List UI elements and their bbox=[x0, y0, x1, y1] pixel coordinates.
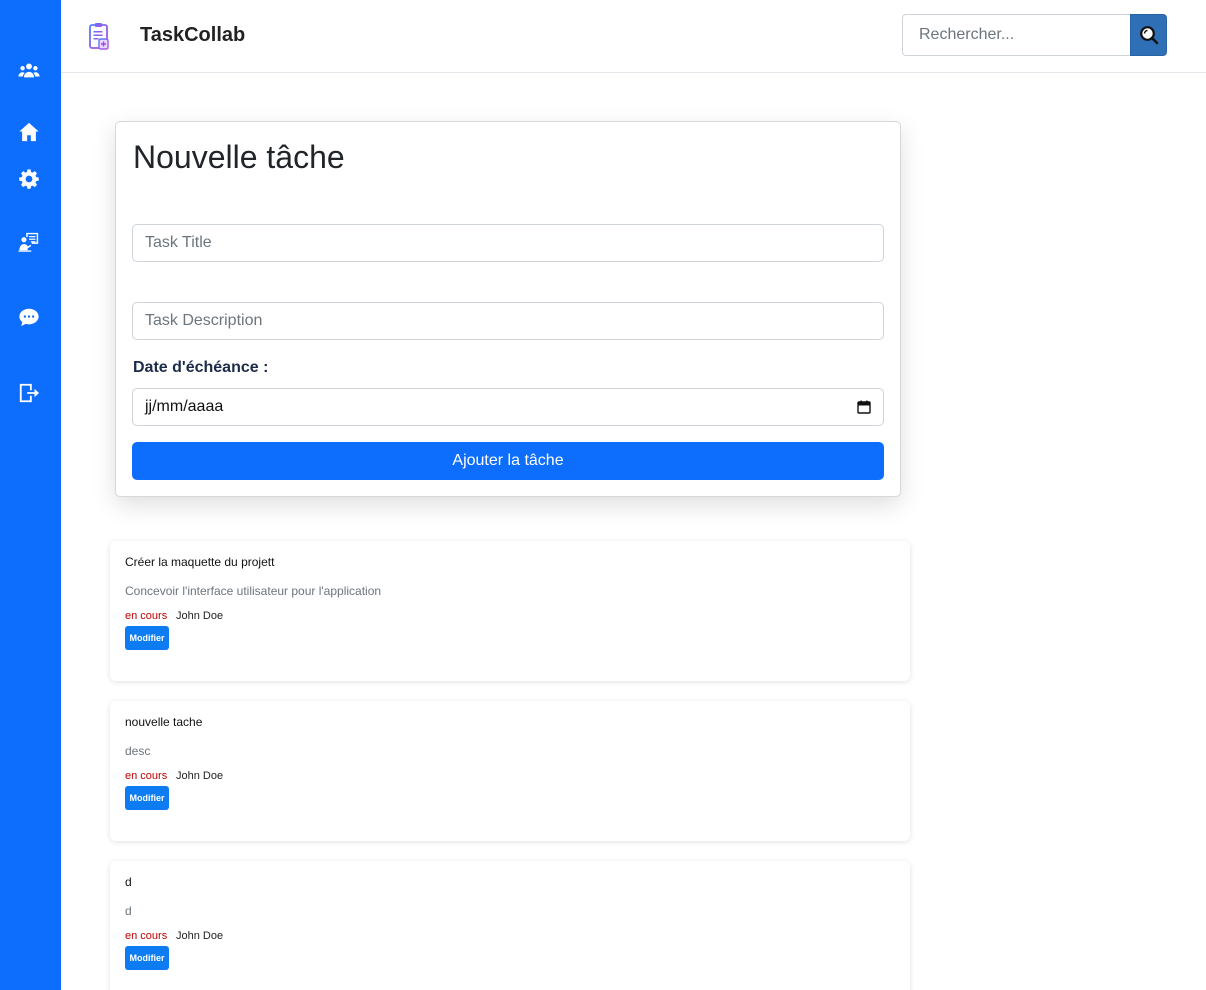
new-task-form: Nouvelle tâche Task Title Task Descripti… bbox=[115, 121, 901, 497]
task-title-input[interactable]: Task Title bbox=[132, 224, 884, 262]
edit-task-button[interactable]: Modifier bbox=[125, 946, 169, 970]
clipboard-logo-icon bbox=[87, 21, 111, 51]
task-title: d bbox=[125, 875, 132, 889]
task-assignee: John Doe bbox=[176, 770, 224, 782]
users-icon[interactable] bbox=[17, 59, 41, 83]
task-assignee: John Doe bbox=[176, 930, 224, 942]
search-input[interactable] bbox=[902, 14, 1131, 56]
home-icon[interactable] bbox=[17, 120, 41, 144]
app-title: TaskCollab bbox=[140, 24, 246, 46]
logout-icon[interactable] bbox=[17, 381, 41, 405]
edit-task-button[interactable]: Modifier bbox=[125, 786, 169, 810]
due-date-input[interactable]: jj/mm/aaaa bbox=[132, 388, 884, 426]
task-description: Concevoir l'interface utilisateur pour l… bbox=[125, 584, 382, 598]
sidebar bbox=[0, 0, 61, 990]
search-bar bbox=[902, 14, 1167, 56]
due-date-value: jj/mm/aaaa bbox=[145, 398, 224, 415]
task-description: desc bbox=[125, 744, 151, 758]
task-card: Créer la maquette du projett Concevoir l… bbox=[110, 541, 910, 681]
search-button[interactable] bbox=[1130, 14, 1167, 56]
task-status: en cours bbox=[125, 770, 168, 782]
chat-icon[interactable] bbox=[17, 305, 41, 329]
task-status: en cours bbox=[125, 610, 168, 622]
calendar-icon[interactable] bbox=[857, 400, 871, 414]
task-description-input[interactable]: Task Description bbox=[132, 302, 884, 340]
task-title: Créer la maquette du projett bbox=[125, 555, 275, 569]
task-card: d d en cours John Doe Modifier bbox=[110, 861, 910, 990]
add-task-button[interactable]: Ajouter la tâche bbox=[132, 442, 884, 480]
top-bar: TaskCollab bbox=[61, 0, 1206, 73]
presentation-icon[interactable] bbox=[17, 230, 41, 254]
gear-icon[interactable] bbox=[17, 167, 41, 191]
task-assignee: John Doe bbox=[176, 610, 224, 622]
task-card: nouvelle tache desc en cours John Doe Mo… bbox=[110, 701, 910, 841]
edit-task-button[interactable]: Modifier bbox=[125, 626, 169, 650]
task-status: en cours bbox=[125, 930, 168, 942]
due-date-label: Date d'échéance : bbox=[133, 359, 269, 376]
form-title: Nouvelle tâche bbox=[133, 139, 345, 175]
task-title: nouvelle tache bbox=[125, 715, 203, 729]
task-description: d bbox=[125, 904, 132, 918]
search-icon bbox=[1139, 26, 1158, 45]
